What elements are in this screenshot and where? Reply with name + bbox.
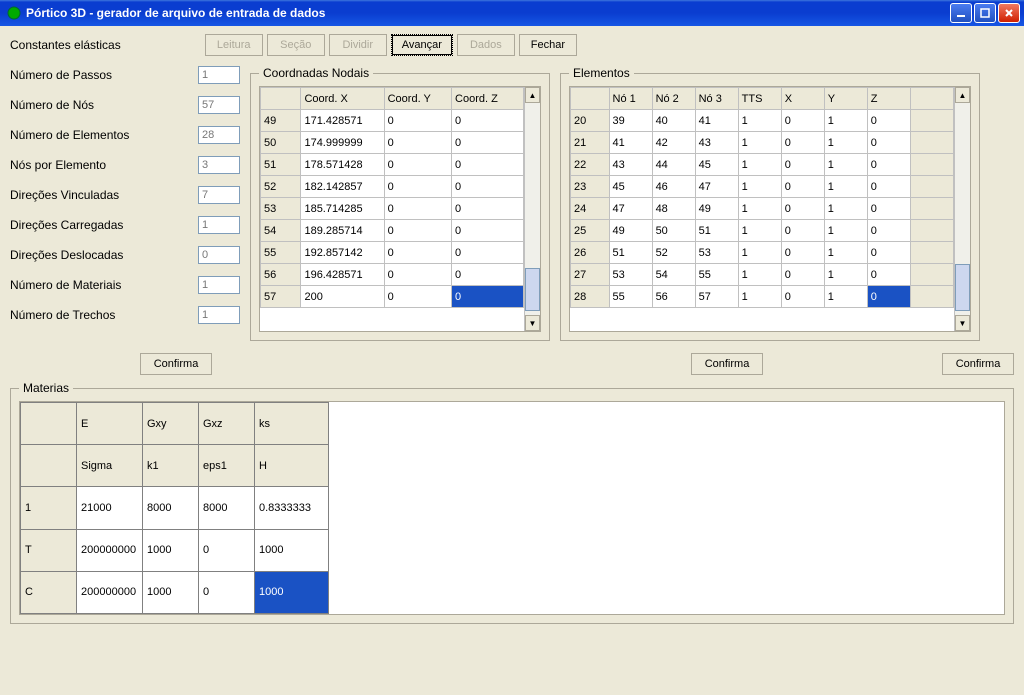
materias-table[interactable]: EGxyGxzks Sigmak1eps1H121000800080000.833… — [20, 402, 329, 614]
table-row[interactable]: C200000000100001000 — [21, 571, 329, 613]
app-icon — [6, 5, 22, 21]
coord-scrollbar[interactable]: ▲ ▼ — [524, 87, 540, 331]
table-row[interactable]: 54189.28571400 — [261, 220, 524, 242]
secao-button[interactable]: Seção — [267, 34, 325, 56]
table-row[interactable]: 234546471010 — [571, 176, 954, 198]
table-row[interactable]: 5720000 — [261, 286, 524, 308]
column-header[interactable]: Nó 2 — [652, 88, 695, 110]
materias-legend: Materias — [19, 381, 73, 395]
maximize-button[interactable] — [974, 3, 996, 23]
column-header[interactable]: Coord. Y — [384, 88, 451, 110]
table-row[interactable]: 214142431010 — [571, 132, 954, 154]
label-nos: Número de Nós — [10, 98, 198, 112]
minimize-button[interactable] — [950, 3, 972, 23]
column-header[interactable]: eps1 — [199, 445, 255, 487]
column-header[interactable]: Coord. Z — [452, 88, 524, 110]
column-header[interactable]: Gxz — [199, 403, 255, 445]
titlebar: Pórtico 3D - gerador de arquivo de entra… — [0, 0, 1024, 26]
input-materiais[interactable] — [198, 276, 240, 294]
table-row[interactable]: 285556571010 — [571, 286, 954, 308]
table-row[interactable]: 121000800080000.8333333 — [21, 487, 329, 529]
table-row[interactable]: T200000000100001000 — [21, 529, 329, 571]
column-header[interactable]: Nó 1 — [609, 88, 652, 110]
elementos-legend: Elementos — [569, 66, 634, 80]
table-row[interactable]: 265152531010 — [571, 242, 954, 264]
column-header[interactable] — [261, 88, 301, 110]
dados-button[interactable]: Dados — [457, 34, 515, 56]
dividir-button[interactable]: Dividir — [329, 34, 387, 56]
scroll-down-icon[interactable]: ▼ — [955, 315, 970, 331]
input-nos[interactable] — [198, 96, 240, 114]
fechar-button[interactable]: Fechar — [519, 34, 577, 56]
column-header[interactable] — [21, 403, 77, 445]
label-deslocadas: Direções Deslocadas — [10, 248, 198, 262]
table-row[interactable]: 254950511010 — [571, 220, 954, 242]
table-row[interactable]: 49171.42857100 — [261, 110, 524, 132]
column-header[interactable]: Z — [867, 88, 910, 110]
label-trechos: Número de Trechos — [10, 308, 198, 322]
label-passos: Número de Passos — [10, 68, 198, 82]
column-header[interactable]: Nó 3 — [695, 88, 738, 110]
table-row[interactable]: 56196.42857100 — [261, 264, 524, 286]
avancar-button[interactable]: Avançar — [391, 34, 453, 56]
input-vinculadas[interactable] — [198, 186, 240, 204]
table-row[interactable]: 224344451010 — [571, 154, 954, 176]
column-header[interactable]: Coord. X — [301, 88, 384, 110]
coord-table[interactable]: Coord. XCoord. YCoord. Z49171.4285710050… — [260, 87, 524, 308]
confirma-left-button[interactable]: Confirma — [140, 353, 212, 375]
column-header[interactable]: H — [255, 445, 329, 487]
label-vinculadas: Direções Vinculadas — [10, 188, 198, 202]
column-header[interactable]: TTS — [738, 88, 781, 110]
elem-scrollbar[interactable]: ▲ ▼ — [954, 87, 970, 331]
input-deslocadas[interactable] — [198, 246, 240, 264]
column-header[interactable]: Sigma — [77, 445, 143, 487]
column-header[interactable] — [21, 445, 77, 487]
table-row[interactable]: 203940411010 — [571, 110, 954, 132]
materias-fieldset: Materias EGxyGxzks Sigmak1eps1H1210008000… — [10, 381, 1014, 624]
column-header[interactable]: E — [77, 403, 143, 445]
section-label: Constantes elásticas — [10, 38, 121, 52]
input-trechos[interactable] — [198, 306, 240, 324]
elementos-table[interactable]: Nó 1Nó 2Nó 3TTSXYZ2039404110102141424310… — [570, 87, 954, 308]
confirma-mid-button[interactable]: Confirma — [691, 353, 763, 375]
column-header[interactable]: Gxy — [143, 403, 199, 445]
input-elementos[interactable] — [198, 126, 240, 144]
label-materiais: Número de Materiais — [10, 278, 198, 292]
coord-fieldset: Coordnadas Nodais Coord. XCoord. YCoord.… — [250, 66, 550, 341]
params-panel: Número de Passos Número de Nós Número de… — [10, 66, 240, 336]
label-elementos: Número de Elementos — [10, 128, 198, 142]
column-header[interactable] — [571, 88, 610, 110]
label-carregadas: Direções Carregadas — [10, 218, 198, 232]
scroll-down-icon[interactable]: ▼ — [525, 315, 540, 331]
input-passos[interactable] — [198, 66, 240, 84]
column-header[interactable]: k1 — [143, 445, 199, 487]
scroll-up-icon[interactable]: ▲ — [955, 87, 970, 103]
input-nos-elem[interactable] — [198, 156, 240, 174]
scroll-up-icon[interactable]: ▲ — [525, 87, 540, 103]
table-row[interactable]: 55192.85714200 — [261, 242, 524, 264]
window-title: Pórtico 3D - gerador de arquivo de entra… — [26, 6, 325, 20]
column-header[interactable]: X — [781, 88, 824, 110]
table-row[interactable]: 53185.71428500 — [261, 198, 524, 220]
label-nos-elem: Nós por Elemento — [10, 158, 198, 172]
table-row[interactable]: 275354551010 — [571, 264, 954, 286]
table-row[interactable]: 50174.99999900 — [261, 132, 524, 154]
column-header[interactable]: Y — [824, 88, 867, 110]
close-button[interactable] — [998, 3, 1020, 23]
input-carregadas[interactable] — [198, 216, 240, 234]
table-row[interactable]: 244748491010 — [571, 198, 954, 220]
elementos-fieldset: Elementos Nó 1Nó 2Nó 3TTSXYZ203940411010… — [560, 66, 980, 341]
leitura-button[interactable]: Leitura — [205, 34, 263, 56]
column-header[interactable]: ks — [255, 403, 329, 445]
coord-legend: Coordnadas Nodais — [259, 66, 373, 80]
table-row[interactable]: 52182.14285700 — [261, 176, 524, 198]
confirma-right-button[interactable]: Confirma — [942, 353, 1014, 375]
table-row[interactable]: 51178.57142800 — [261, 154, 524, 176]
